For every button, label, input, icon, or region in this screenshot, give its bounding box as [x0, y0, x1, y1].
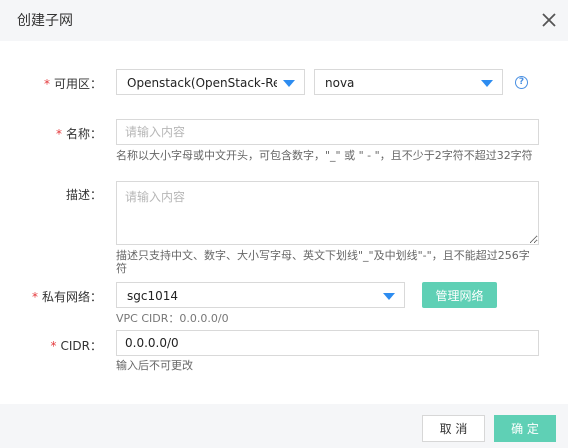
- zone-node-select[interactable]: nova: [314, 69, 503, 95]
- dialog-header: 创建子网: [0, 0, 568, 41]
- chevron-down-icon: [283, 80, 295, 87]
- cidr-label: * CIDR：: [50, 339, 103, 353]
- description-textarea[interactable]: [116, 181, 539, 245]
- help-icon[interactable]: ?: [515, 76, 528, 89]
- dialog-title: 创建子网: [17, 13, 73, 29]
- manage-network-button[interactable]: 管理网络: [422, 282, 497, 308]
- required-mark: *: [31, 290, 38, 304]
- required-mark: *: [43, 77, 50, 91]
- chevron-down-icon: [383, 293, 395, 300]
- private-network-label: * 私有网络：: [31, 290, 102, 304]
- required-mark: *: [55, 127, 62, 141]
- cidr-input[interactable]: [116, 330, 539, 356]
- name-hint: 名称以大小字母或中文开头，可包含数字，"_" 或 " - "，且不少于2字符不超…: [116, 149, 533, 162]
- name-input[interactable]: [116, 119, 539, 145]
- vpc-cidr-text: VPC CIDR：0.0.0.0/0: [116, 312, 229, 325]
- private-network-value: sgc1014: [127, 289, 179, 303]
- dialog-footer: 取 消 确 定: [0, 404, 568, 448]
- availability-zone-value: Openstack(OpenStack-Reg: [127, 76, 277, 90]
- close-icon[interactable]: [538, 9, 560, 31]
- cidr-hint: 输入后不可更改: [116, 359, 193, 372]
- availability-zone-label: * 可用区：: [43, 77, 102, 91]
- create-subnet-dialog: 创建子网 * 可用区： Openstack(OpenStack-Reg nova …: [0, 0, 568, 448]
- confirm-button[interactable]: 确 定: [494, 415, 556, 442]
- zone-node-value: nova: [325, 76, 355, 90]
- cancel-button[interactable]: 取 消: [422, 415, 485, 442]
- availability-zone-select[interactable]: Openstack(OpenStack-Reg: [116, 69, 305, 95]
- name-label: * 名称：: [55, 127, 102, 141]
- description-label: 描述：: [65, 188, 102, 202]
- required-mark: *: [50, 339, 57, 353]
- chevron-down-icon: [481, 80, 493, 87]
- private-network-select[interactable]: sgc1014: [116, 282, 405, 308]
- description-hint: 描述只支持中文、数字、大小写字母、英文下划线"_"及中划线"-"，且不能超过25…: [116, 249, 530, 275]
